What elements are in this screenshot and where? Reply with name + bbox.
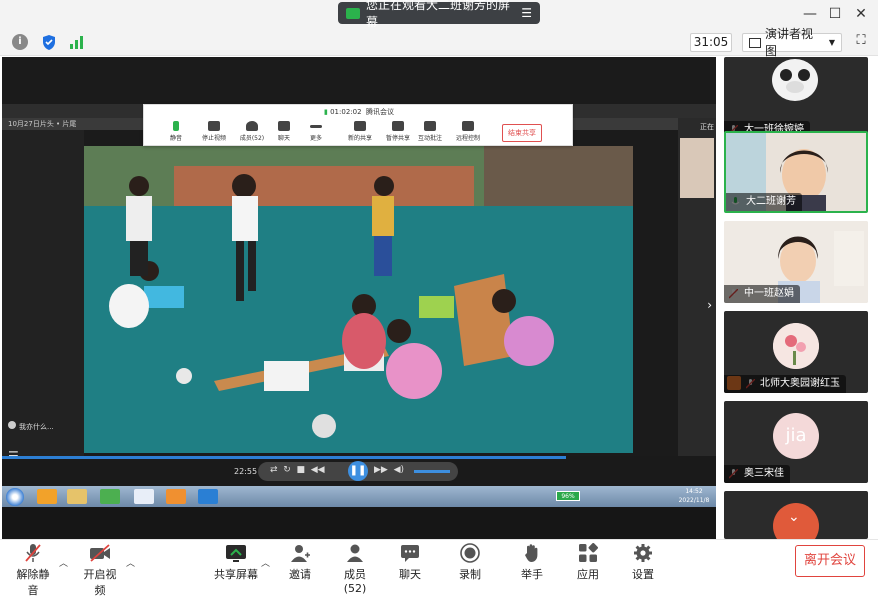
taskbar-player-icon (166, 489, 186, 504)
layout-icon (749, 37, 761, 48)
participant-name: 奥三宋佳 (724, 465, 790, 483)
remote-end-share-button: 结束共享 (502, 124, 542, 142)
minimize-button[interactable]: — (800, 4, 820, 24)
media-progress-bar[interactable] (2, 456, 566, 459)
chevron-right-icon[interactable]: › (678, 298, 716, 312)
participant-name: 大二班谢芳 (726, 193, 802, 211)
record-label: 录制 (459, 568, 481, 581)
settings-button[interactable]: 设置 (628, 543, 658, 582)
remote-new-share-button: 新的共享 (342, 121, 378, 147)
avatar (773, 323, 819, 369)
chat-label: 聊天 (399, 568, 421, 581)
chat-button[interactable]: 聊天 (395, 543, 425, 582)
raise-hand-button[interactable]: 举手 (517, 543, 547, 582)
remote-pause-share-button: 暂停共享 (380, 121, 416, 147)
participant-tile[interactable]: ⌄ (724, 491, 868, 539)
chevron-up-icon[interactable]: ︿ (59, 556, 68, 569)
unmute-label: 解除静音 (16, 568, 50, 597)
apps-label: 应用 (577, 568, 599, 581)
participant-tile[interactable]: 中一班赵娟 (724, 221, 868, 303)
presenter-view-label: 演讲者视图 (764, 26, 813, 58)
remote-meeting-status: ▮ 01:02:02 腾讯会议 (324, 108, 394, 116)
chevron-up-icon[interactable]: ︿ (126, 556, 135, 569)
camera-off-icon (90, 544, 110, 562)
apps-button[interactable]: 应用 (573, 543, 603, 582)
taskbar-clock: 14:52 2022/11/8 (678, 488, 710, 504)
members-icon (347, 544, 363, 562)
invite-label: 邀请 (289, 568, 311, 581)
record-button[interactable]: 录制 (455, 543, 485, 582)
remote-caption: 我亦什么... (8, 421, 78, 433)
gear-icon (634, 544, 652, 562)
participant-name: 北师大奥园谢红玉 (724, 375, 846, 393)
taskbar-app-icon (37, 489, 57, 504)
hand-icon (525, 544, 538, 562)
screen-share-banner: 您正在观看大二班谢芳的屏幕 ☰ (338, 0, 540, 29)
members-button[interactable]: 成员(52) (333, 543, 377, 595)
record-icon (460, 543, 480, 563)
participant-tile[interactable]: 大一班徐婉婷 (724, 57, 868, 139)
banner-menu-icon[interactable]: ☰ (521, 6, 532, 20)
maximize-button[interactable]: ☐ (825, 4, 845, 24)
start-video-label: 开启视频 (83, 568, 117, 597)
participant-tile-active[interactable]: 大二班谢芳 (724, 131, 868, 213)
share-screen-button[interactable]: 共享屏幕 (214, 543, 258, 582)
start-video-button[interactable]: 开启视频 (79, 543, 121, 598)
add-user-icon (291, 545, 310, 562)
shared-screen-bottom (2, 507, 716, 539)
remote-mute-button: 静音 (158, 121, 194, 147)
media-ctrl-icons[interactable]: ⇄ ↻ ■ ◀◀ (270, 465, 325, 475)
media-next-icons[interactable]: ▶▶ ◀) (374, 465, 404, 475)
remote-chat-button: 聊天 (266, 121, 302, 147)
info-icon[interactable]: i (12, 34, 28, 50)
fullscreen-icon[interactable]: ⛶ (852, 33, 870, 51)
remote-left-pane (2, 130, 84, 456)
meeting-timer: 31:05 (690, 33, 732, 52)
banner-text: 您正在观看大二班谢芳的屏幕 (365, 0, 510, 29)
camera-icon (346, 7, 360, 19)
pause-icon[interactable]: ❚❚ (348, 461, 368, 481)
remote-side-strip: 正在 › (678, 118, 716, 458)
avatar (772, 59, 818, 101)
participant-name: 中一班赵娟 (724, 285, 800, 303)
raise-hand-label: 举手 (521, 568, 543, 581)
presenter-view-dropdown[interactable]: 演讲者视图 ▼ (742, 27, 842, 58)
avatar: jia (773, 413, 819, 459)
participant-tile[interactable]: jia 奥三宋佳 (724, 401, 868, 483)
chevron-down-icon[interactable]: ⌄ (788, 509, 800, 525)
chevron-up-icon[interactable]: ︿ (261, 556, 270, 569)
taskbar-doc-icon (134, 489, 154, 504)
unmute-button[interactable]: 解除静音 (12, 543, 54, 598)
volume-slider[interactable] (414, 470, 450, 473)
remote-annotate-button: 互动批注 (412, 121, 448, 147)
windows-start-icon (6, 488, 24, 506)
taskbar-folder-icon (67, 489, 87, 504)
remote-meeting-toolbar: ▮ 01:02:02 腾讯会议 静音 停止视频 成员(52) 聊天 更多 新的共… (143, 104, 573, 146)
chevron-down-icon: ▼ (828, 38, 835, 47)
mic-muted-icon (25, 544, 41, 562)
chat-icon (401, 545, 419, 562)
share-screen-icon (226, 545, 246, 562)
classroom-photo (84, 146, 633, 453)
remote-corner-text: 正在 (700, 123, 714, 131)
settings-label: 设置 (632, 568, 654, 581)
battery-indicator: 96% (556, 491, 580, 501)
apps-icon (579, 543, 598, 562)
members-label: 成员(52) (343, 568, 367, 595)
share-screen-label: 共享屏幕 (214, 568, 258, 581)
remote-members-button: 成员(52) (234, 121, 270, 147)
signal-icon[interactable] (69, 34, 85, 50)
media-time: 22:55 (234, 467, 258, 476)
taskbar-meeting-icon (198, 489, 218, 504)
taskbar-media-icon (100, 489, 120, 504)
invite-button[interactable]: 邀请 (285, 543, 315, 582)
remote-mini-video (680, 138, 714, 198)
shield-icon[interactable] (41, 34, 57, 51)
participant-tile[interactable]: 北师大奥园谢红玉 (724, 311, 868, 393)
remote-video-button: 停止视频 (196, 121, 232, 147)
remote-more-button: 更多 (298, 121, 334, 147)
close-button[interactable]: ✕ (851, 4, 871, 24)
remote-control-button: 远程控制 (450, 121, 486, 147)
leave-meeting-button[interactable]: 离开会议 (795, 545, 865, 577)
